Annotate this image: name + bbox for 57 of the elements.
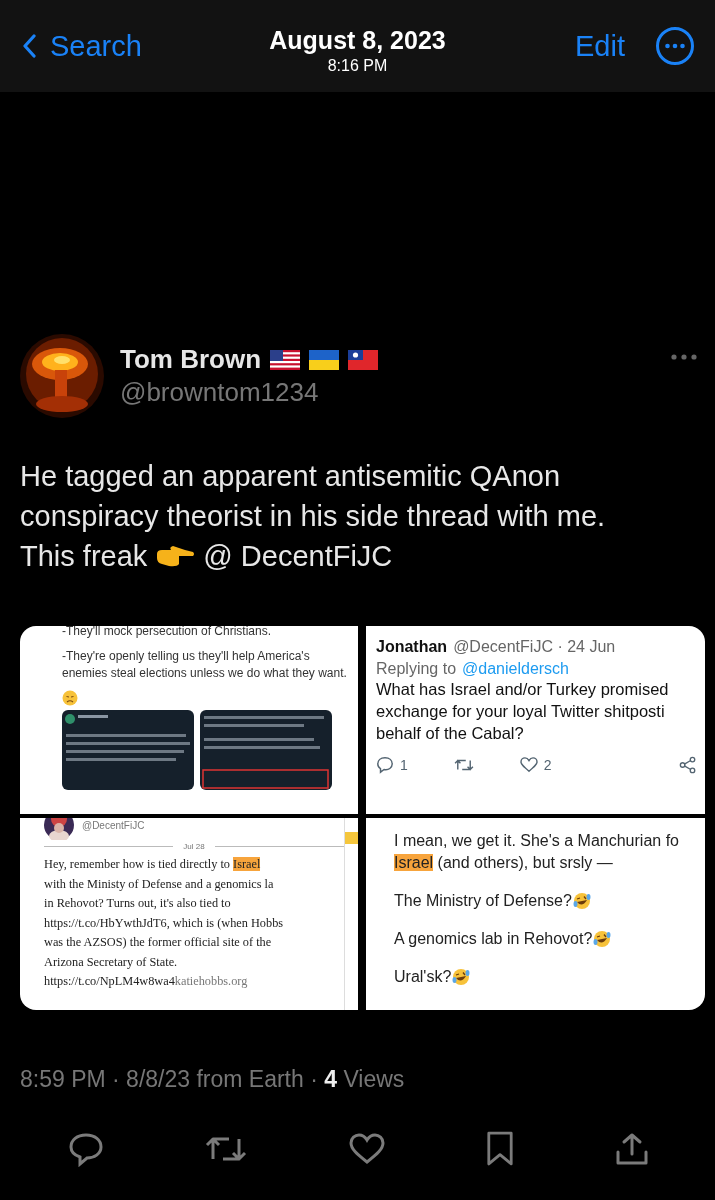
screenshot-image[interactable]: -They'll mock persecution of Christians. -They're openly telling us they'll help America's enemies steal elections unless we do what they want. [20, 626, 358, 814]
back-button[interactable]: Search [22, 29, 142, 63]
author-handle: @DecentFiJC [82, 819, 145, 831]
replying-label: Replying to [376, 660, 457, 677]
post-text: exchange for your loyal Twitter shitposti [376, 701, 666, 722]
heart-icon [519, 757, 538, 773]
post-text: Ural'sk? [394, 967, 452, 987]
post-text: https://t.co/NpLM4w8wa4katiehobbs.org [44, 973, 249, 990]
photo-date: August 8, 2023 [269, 26, 446, 55]
post-text: What has Israel and/or Turkey promised [376, 679, 670, 700]
author-name: Jonathan [376, 638, 448, 656]
bookmark-icon[interactable] [485, 1131, 514, 1167]
share-icon[interactable] [615, 1132, 649, 1166]
more-options-icon[interactable] [655, 26, 695, 66]
post-text: with the Ministy of Defense and a genomics la [44, 875, 275, 893]
flag-icon [348, 349, 379, 370]
reply-icon [376, 756, 394, 774]
pointing-hand-icon [155, 544, 196, 568]
reply-icon[interactable] [68, 1131, 104, 1167]
user-handle: @browntom1234 [120, 377, 320, 408]
back-chevron-icon [22, 34, 36, 58]
heart-icon[interactable] [348, 1133, 385, 1165]
post-text: Hey, remember how is tied directly to Israel [44, 856, 262, 873]
post-text: I mean, we get it. She's a Manchurian fo [394, 831, 679, 851]
sad-face-icon [62, 690, 78, 706]
post-text: -They're openly telling us they'll help America's enemies steal elections unless we do what they want. [62, 648, 348, 682]
post-text: -They'll mock persecution of Christians. [62, 626, 273, 640]
tweet-text: conspiracy theorist in his side thread with me. [20, 499, 606, 534]
share-icon [679, 756, 697, 774]
post-text: behalf of the Cabal? [376, 723, 525, 744]
screenshot-image[interactable] [20, 818, 358, 1010]
post-text: in Rehovot? Turns out, it's also tied to [44, 895, 232, 912]
post-text: A genomics lab in Rehovot? [394, 929, 593, 949]
tweet-text: He tagged an apparent antisemitic QAnon [20, 459, 561, 494]
more-icon[interactable] [671, 354, 697, 360]
screenshot-image[interactable]: Jonathan @DecentFiJC · 24 Jun Replying to @danieldersch What has Israel and/or Turkey promised exchange for your loyal Twitter shitposti behalf of the Cabal? 1 2 [366, 626, 705, 814]
retweet-icon [453, 757, 474, 773]
author-meta: @DecentFiJC · 24 Jun [453, 638, 616, 656]
highlight-bar [345, 832, 358, 844]
post-text: The Ministry of Defense? [394, 891, 572, 911]
tweet-text: This freak [20, 539, 148, 574]
post-text: Israel (and others), but srsly — [394, 853, 613, 873]
flag-icon [270, 349, 301, 370]
mention-text: @ DecentFiJC [203, 539, 393, 574]
flag-icon [309, 349, 340, 370]
like-count: 2 [543, 757, 552, 773]
mention-link: @danieldersch [462, 660, 569, 677]
reply-count: 1 [400, 757, 408, 773]
photo-time: 8:16 PM [327, 57, 388, 75]
user-name: Tom Brown [120, 344, 262, 375]
tweet-meta: 8:59 PM · 8/8/23 from Earth · 4 Views [20, 1066, 406, 1093]
post-text: Arizona Secretary of State. [44, 953, 179, 971]
post-text: was the AZSOS) the former official site of the [44, 934, 273, 951]
edit-button[interactable]: Edit [575, 29, 625, 63]
post-date: Jul 28 [183, 842, 205, 851]
screenshot-image[interactable]: I mean, we get it. She's a Manchurian fo Israel (and others), but srsly — The Ministry of Defense? A genomics lab in Rehovot? Ural'sk? [366, 818, 705, 1010]
post-text: https://t.co/HbYwthJdT6, which is (when Hobbs [44, 914, 285, 932]
